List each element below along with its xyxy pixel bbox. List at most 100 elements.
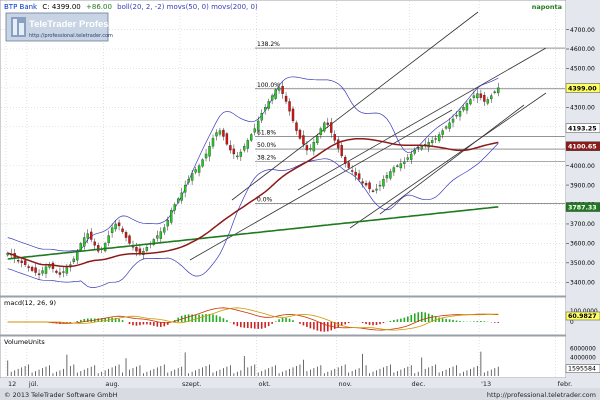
candle-body [180, 192, 183, 201]
candle-body [305, 145, 309, 151]
candle-body [479, 93, 483, 98]
macd-tick-label: 0 [570, 320, 574, 326]
candle-body [257, 120, 260, 131]
candle-body [277, 87, 281, 91]
brand-url: http://professional.teletrader.com [29, 33, 113, 39]
candle-body [229, 145, 232, 151]
candle-body [250, 134, 253, 141]
candle-body [291, 108, 295, 122]
candle-body [462, 107, 465, 111]
candle-body [375, 188, 378, 191]
fib-level-label: 100.0% [257, 82, 280, 89]
candle-body [236, 155, 239, 158]
candle-body [472, 95, 476, 98]
candle-body [260, 112, 263, 121]
footer-url[interactable]: http://professional.teletrader.com [487, 391, 596, 399]
header-symbol: BTP Bank C: 4399.00 +86.00 boll(20, 2, -… [4, 3, 258, 11]
candle[interactable] [298, 128, 302, 140]
candle[interactable] [274, 88, 277, 101]
price-tick-label: 4500.00 [570, 66, 595, 73]
time-tick-label: '13 [481, 380, 491, 388]
price-tick-label: 4600.00 [570, 46, 595, 53]
period-label[interactable]: naponta [532, 3, 562, 11]
candle-body [197, 165, 201, 173]
last-price-label: C: 4399.00 [42, 3, 80, 11]
volume-tick-label: 6000000 [570, 347, 596, 353]
candle-body [145, 247, 149, 251]
candle-body [128, 235, 131, 244]
candle[interactable] [128, 234, 131, 245]
time-tick-label: júl. [28, 380, 39, 388]
candle[interactable] [201, 158, 204, 168]
fib-level-label: 50.0% [257, 142, 276, 149]
candle-body [163, 227, 166, 233]
price-tick-label: 4300.00 [570, 105, 595, 112]
candle-body [350, 170, 354, 172]
price-tick-label: 3600.00 [570, 241, 595, 248]
candle-body [316, 136, 319, 144]
price-panel[interactable] [0, 0, 567, 297]
candle-body [298, 129, 302, 139]
candle-body [284, 95, 288, 102]
candle[interactable] [79, 241, 82, 252]
candle-body [490, 95, 493, 100]
candle-body [55, 270, 58, 273]
time-tick-label: febr. [558, 380, 573, 388]
time-tick-label: aug. [105, 380, 119, 388]
candle-body [371, 190, 375, 192]
candle-body [110, 227, 114, 233]
candle-body [274, 89, 277, 99]
brand-name: TeleTrader Professional [29, 19, 136, 30]
candle-body [204, 153, 208, 159]
candle-body [361, 181, 364, 184]
candle-body [385, 175, 389, 179]
candle-body [406, 157, 410, 160]
candle-body [243, 146, 246, 151]
macd-badge-label: 60.9827 [568, 313, 597, 320]
candle-body [420, 146, 423, 150]
candle-body [222, 129, 225, 137]
candle-body [347, 162, 350, 168]
candle-body [103, 243, 107, 252]
time-tick-label: 12 [8, 380, 16, 388]
candle-body [20, 260, 23, 263]
candle-body [493, 91, 496, 93]
volume-title: VolumeUnits [4, 338, 45, 346]
time-axis-strip [0, 378, 600, 388]
candle-body [232, 148, 236, 155]
candle-body [72, 258, 76, 263]
candle-body [166, 219, 169, 227]
candle-body [288, 101, 291, 112]
candle-body [302, 135, 305, 145]
volume-badge-label: 1595584 [568, 366, 596, 373]
candle-body [469, 99, 472, 105]
candle-body [90, 231, 93, 240]
candle-body [267, 101, 270, 109]
fib-level-label: 61.8% [257, 129, 276, 136]
candle-body [403, 161, 406, 164]
candle-body [319, 128, 323, 135]
chart-canvas[interactable]: 161.8%138.2%100.0%61.8%50.0%38.2%0.0% Te… [0, 0, 600, 400]
candle-body [201, 159, 204, 167]
candle-body [270, 95, 274, 101]
symbol-name: BTP Bank [4, 3, 38, 11]
candle-body [225, 133, 229, 145]
time-tick-label: szept. [182, 380, 202, 388]
price-tick-label: 3400.00 [570, 279, 595, 286]
candle-body [437, 134, 441, 141]
macd-panel[interactable] [0, 296, 567, 336]
candle[interactable] [103, 241, 107, 253]
candle[interactable] [323, 121, 326, 133]
candle-body [27, 266, 30, 268]
fib-level-label: 38.2% [257, 155, 276, 162]
candle-body [323, 122, 326, 132]
time-tick-label: dec. [412, 380, 426, 388]
candle-body [430, 140, 434, 144]
candle[interactable] [225, 132, 229, 146]
candle-body [486, 99, 490, 104]
price-tick-label: 3900.00 [570, 182, 595, 189]
candle-body [465, 103, 469, 111]
candle-body [295, 122, 298, 131]
candle-body [333, 134, 336, 141]
candle-body [354, 171, 357, 176]
